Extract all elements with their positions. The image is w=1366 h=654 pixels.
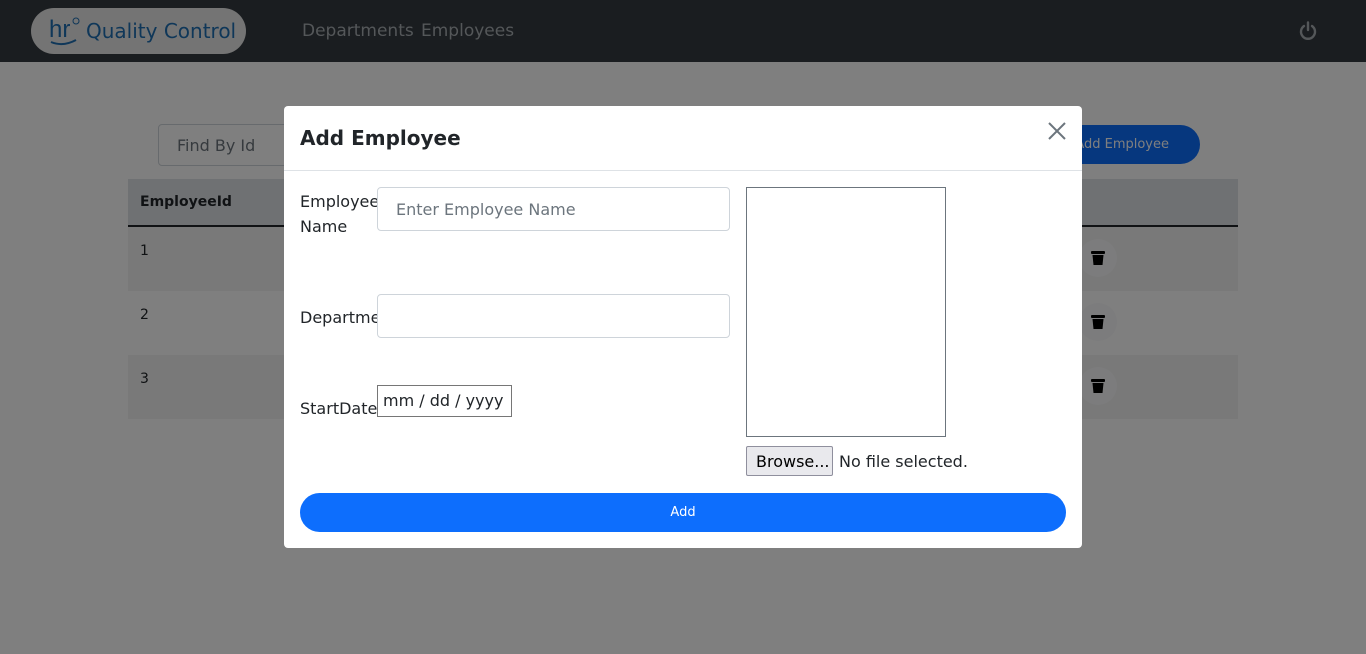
file-status: No file selected. — [839, 452, 968, 471]
photo-preview — [746, 187, 946, 437]
start-date-input[interactable]: mm / dd / yyyy — [377, 385, 512, 417]
modal-header: Add Employee — [284, 106, 1082, 171]
add-button[interactable]: Add — [300, 493, 1066, 532]
employee-name-input[interactable]: Enter Employee Name — [377, 187, 730, 231]
close-icon[interactable] — [1046, 120, 1068, 142]
employee-name-label: Employee Name — [300, 192, 380, 236]
start-date-label: StartDate — [300, 399, 378, 418]
modal-title: Add Employee — [300, 126, 461, 150]
department-select[interactable] — [377, 294, 730, 338]
browse-button[interactable]: Browse... — [746, 446, 833, 476]
add-employee-modal: Add Employee Employee Name Enter Employe… — [284, 106, 1082, 548]
department-label: Department — [300, 308, 377, 327]
